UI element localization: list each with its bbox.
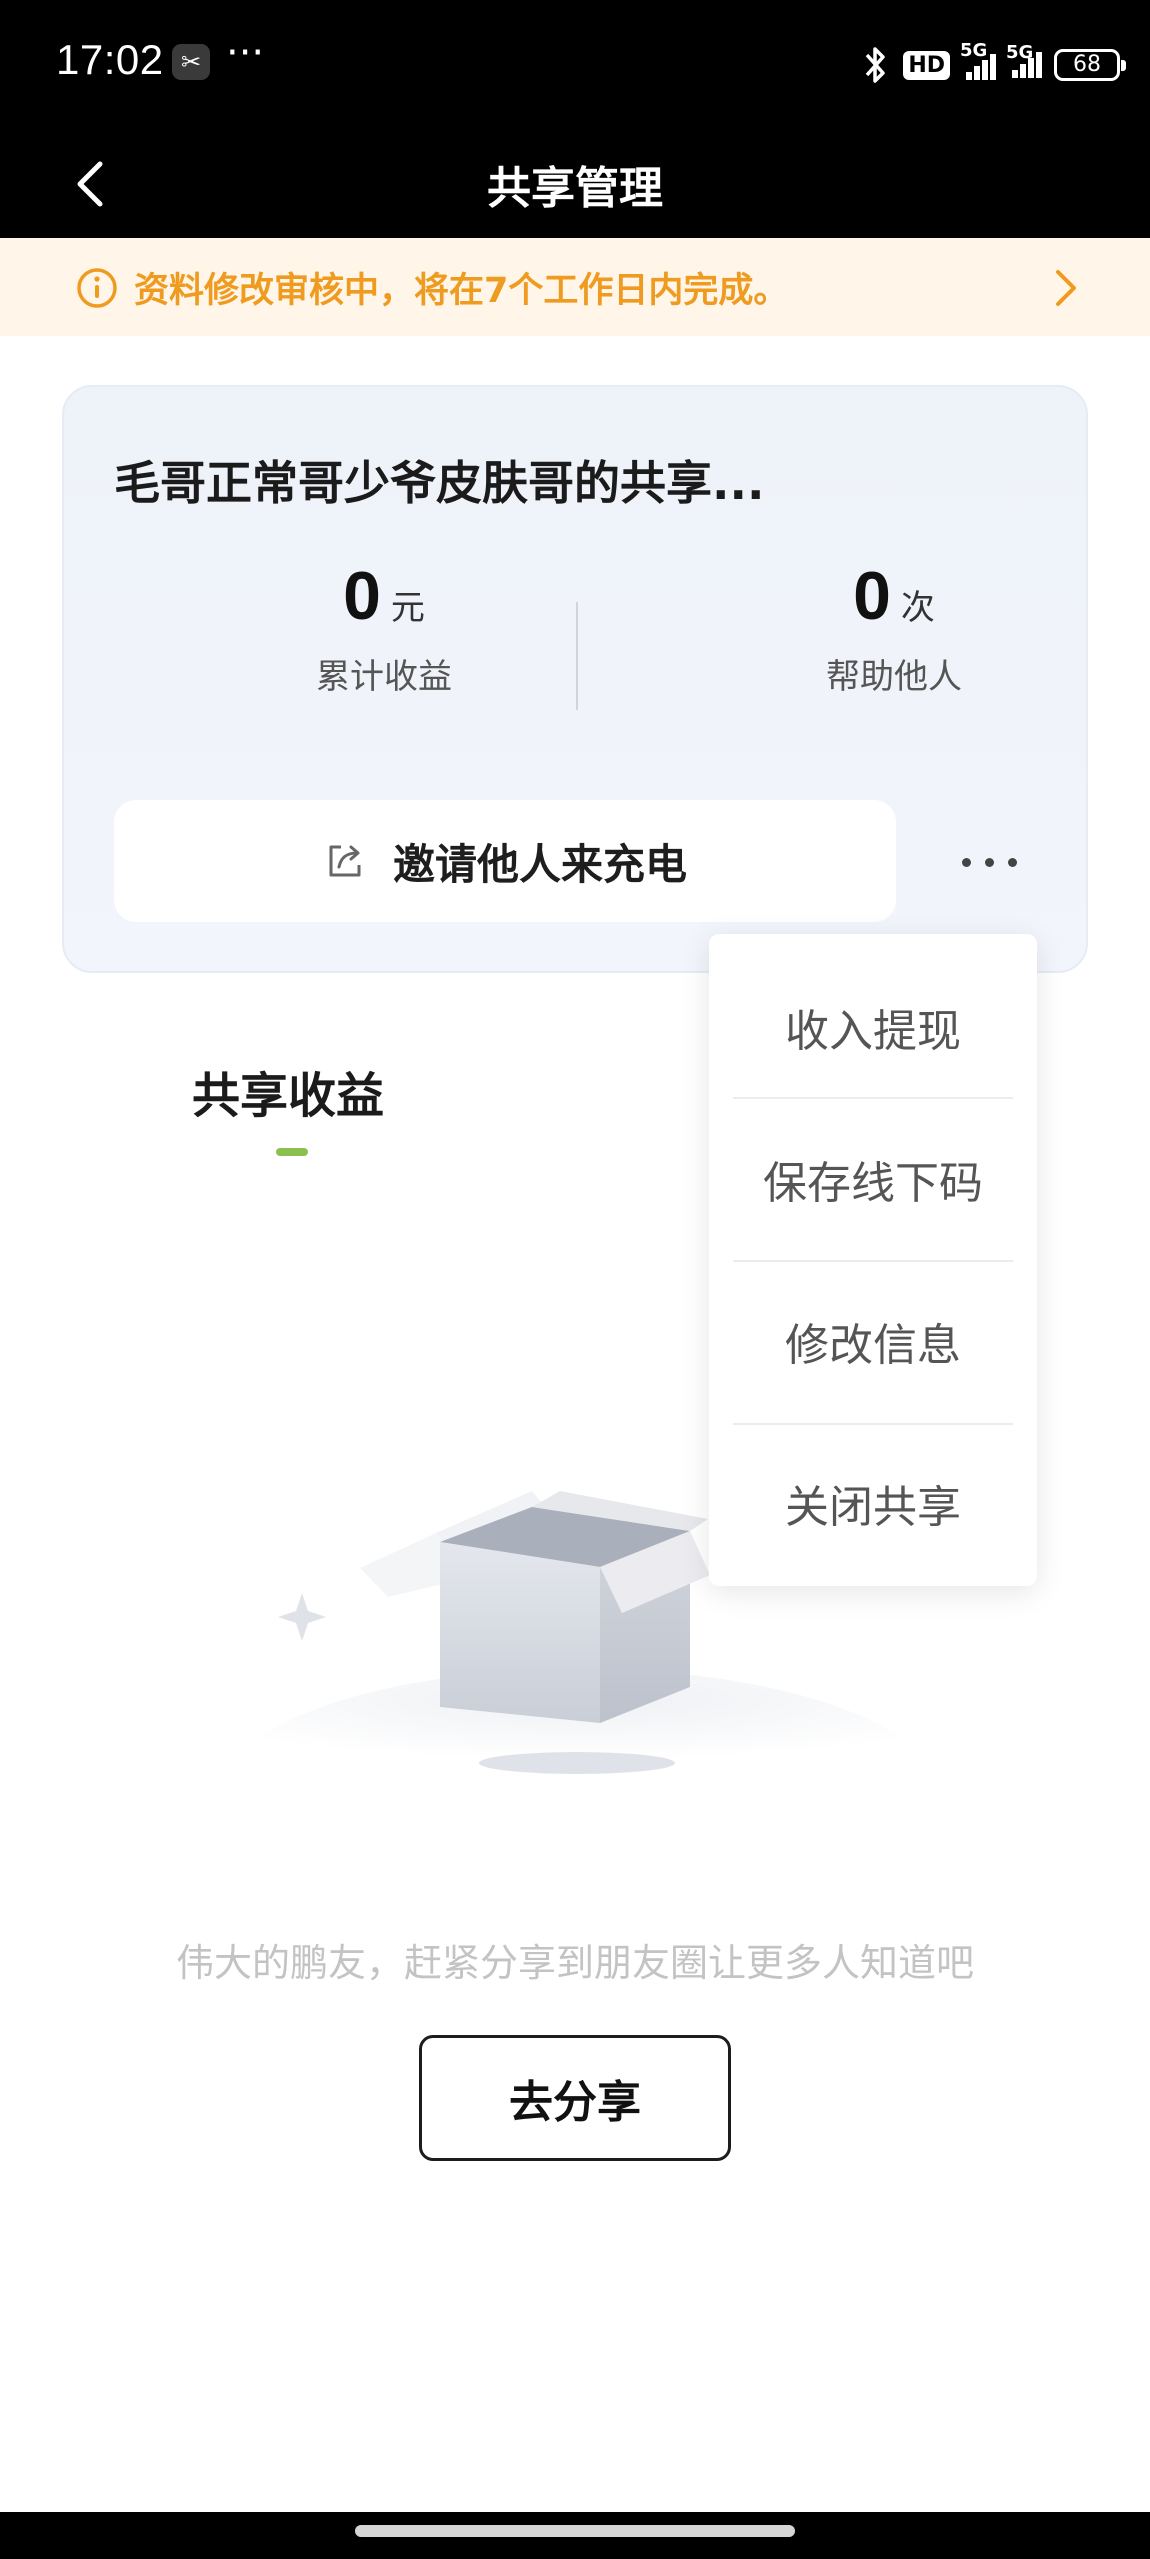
status-indicators: HD 5G 5G 68 — [861, 40, 1126, 90]
go-share-button[interactable]: 去分享 — [419, 2035, 731, 2161]
status-more: ··· — [226, 30, 265, 76]
notice-banner[interactable]: 资料修改审核中，将在7个工作日内完成。 — [0, 238, 1150, 336]
stat-earnings-label: 累计收益 — [316, 657, 452, 697]
section-underline — [276, 1148, 308, 1156]
more-dots-icon[interactable] — [944, 817, 1034, 907]
scissors-icon: ✂ — [172, 44, 210, 80]
signal-icon-2: 5G — [1006, 42, 1042, 78]
more-menu: 收入提现 保存线下码 修改信息 关闭共享 — [709, 934, 1037, 1586]
notice-text: 资料修改审核中，将在7个工作日内完成。 — [134, 271, 789, 311]
battery-icon: 68 — [1054, 49, 1126, 81]
menu-item-save-offline-code[interactable]: 保存线下码 — [733, 1098, 1013, 1260]
share-card: 毛哥正常哥少爷皮肤哥的共享... 0元 累计收益 0次 帮助他人 邀请他人来充电 — [62, 385, 1088, 973]
stat-helped-unit: 次 — [900, 588, 935, 628]
chevron-right-icon — [1056, 270, 1076, 306]
stat-earnings-value: 0 — [343, 558, 381, 634]
hd-badge: HD — [903, 50, 950, 80]
stat-helped: 0次 帮助他人 — [704, 557, 1084, 698]
menu-item-edit-info[interactable]: 修改信息 — [733, 1260, 1013, 1422]
stat-helped-value: 0 — [853, 558, 891, 634]
invite-label: 邀请他人来充电 — [392, 839, 687, 889]
menu-item-close-share[interactable]: 关闭共享 — [733, 1422, 1013, 1584]
status-time: 17:02 — [56, 36, 164, 83]
home-indicator[interactable] — [355, 2525, 795, 2537]
section-title: 共享收益 — [192, 1068, 385, 1124]
stat-earnings: 0元 累计收益 — [194, 557, 574, 698]
stat-divider — [576, 602, 578, 710]
nav-bar: 共享管理 — [0, 130, 1150, 238]
bluetooth-icon — [866, 47, 886, 83]
status-bar: 17:02 ✂ ··· HD 5G 5G 68 — [0, 0, 1150, 130]
empty-hint: 伟大的鹏友，赶紧分享到朋友圈让更多人知道吧 — [175, 1941, 974, 1985]
stat-earnings-unit: 元 — [390, 588, 425, 628]
info-circle-icon — [77, 268, 117, 308]
menu-item-withdraw[interactable]: 收入提现 — [733, 946, 1013, 1108]
share-icon — [329, 845, 361, 877]
page-title: 共享管理 — [487, 163, 663, 214]
stat-helped-label: 帮助他人 — [826, 657, 962, 697]
invite-button[interactable]: 邀请他人来充电 — [114, 800, 896, 922]
card-title: 毛哥正常哥少爷皮肤哥的共享... — [114, 456, 765, 510]
signal-icon: 5G — [960, 40, 996, 80]
